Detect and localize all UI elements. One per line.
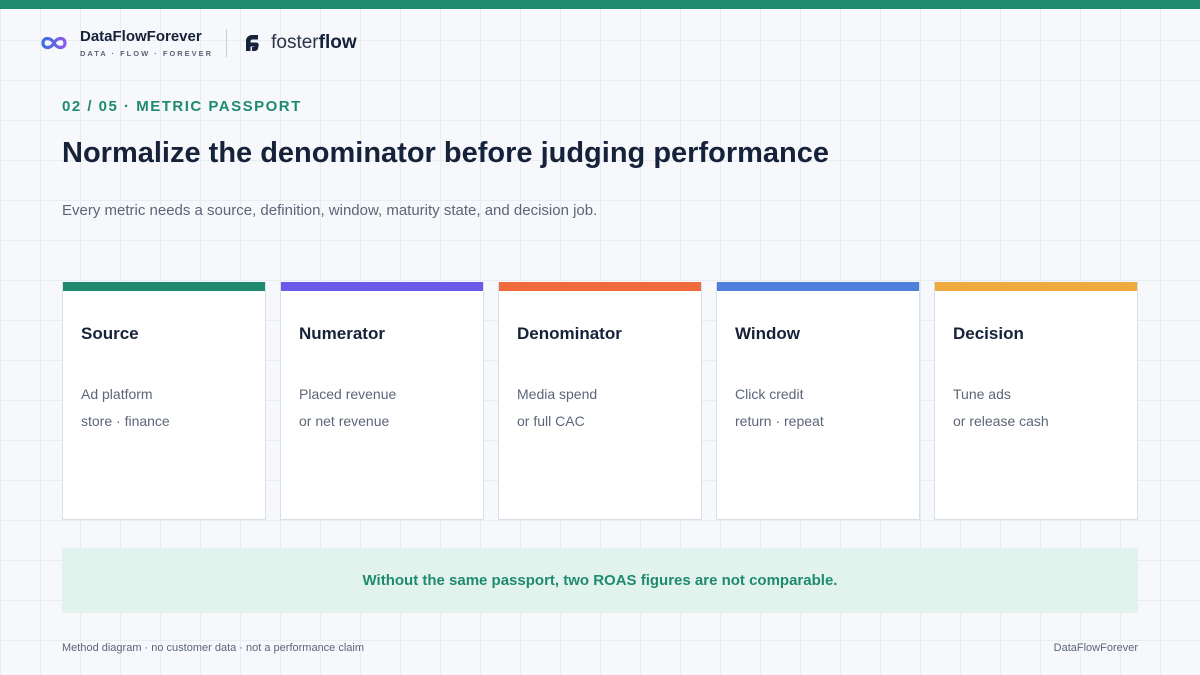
fosterflow-logo-icon [246,35,259,51]
card-line: store · finance [81,413,170,429]
card-line: or full CAC [517,413,585,429]
card-line: or release cash [953,413,1049,429]
card-window: Window Click credit return · repeat [716,282,920,520]
card-numerator: Numerator Placed revenue or net revenue [280,282,484,520]
card-source: Source Ad platform store · finance [62,282,266,520]
card-line: Media spend [517,386,598,402]
page-title: Normalize the denominator before judging… [62,137,829,169]
partner-wordmark-light: foster [271,32,319,53]
section-eyebrow: 02 / 05 · METRIC PASSPORT [62,98,302,115]
infinity-logo-icon [41,36,67,50]
card-line: Click credit [735,386,804,402]
footer-disclaimer: Method diagram · no customer data · not … [62,642,365,654]
callout-text: Without the same passport, two ROAS figu… [362,572,838,589]
card-denominator: Denominator Media spend or full CAC [498,282,702,520]
card-line: or net revenue [299,413,390,429]
card-title: Source [81,324,139,343]
card-line: return · repeat [735,413,824,429]
brand-tagline: DATA · FLOW · FOREVER [80,49,214,58]
card-accent-bar [63,282,265,291]
card-title: Numerator [299,324,385,343]
card-accent-bar [499,282,701,291]
brand-divider [226,29,228,57]
card-title: Denominator [517,324,622,343]
partner-wordmark-bold: flow [318,32,357,53]
footer-brand: DataFlowForever [1053,642,1138,654]
card-accent-bar [717,282,919,291]
card-line: Tune ads [953,386,1011,402]
card-decision: Decision Tune ads or release cash [934,282,1138,520]
brand-header: DataFlowForever DATA · FLOW · FOREVER fo… [40,28,357,58]
card-accent-bar [281,282,483,291]
partner-wordmark: fosterflow [271,32,357,54]
card-line: Ad platform [81,386,153,402]
card-title: Decision [953,324,1024,343]
callout-banner: Without the same passport, two ROAS figu… [62,548,1138,613]
page-subtitle: Every metric needs a source, definition,… [62,202,598,219]
card-accent-bar [935,282,1137,291]
brand-name: DataFlowForever [80,28,202,45]
card-title: Window [735,324,800,343]
top-accent-bar [0,0,1200,9]
metric-passport-cards: Source Ad platform store · finance Numer… [62,282,1138,520]
card-line: Placed revenue [299,386,397,402]
